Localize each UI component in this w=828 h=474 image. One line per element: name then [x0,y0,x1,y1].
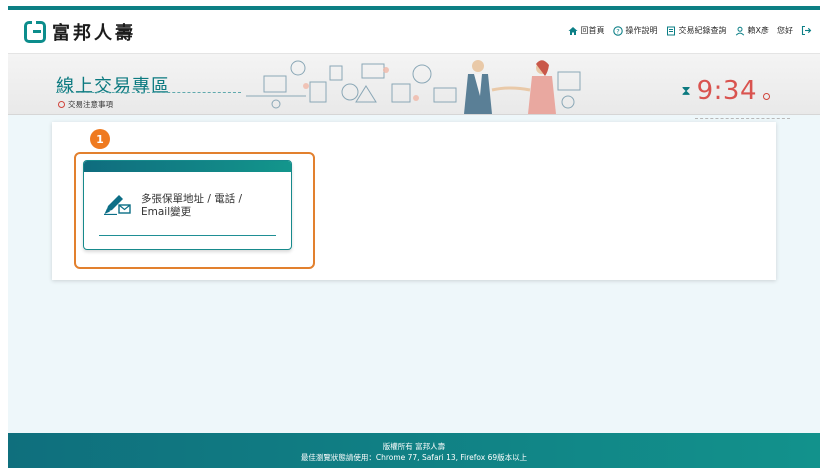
banner-illustration [246,60,581,114]
card-header-bar [84,161,291,172]
timer-info-icon[interactable] [763,92,770,100]
brand-logo[interactable]: 富邦人壽 [24,19,136,45]
step-badge: 1 [90,129,110,149]
nav-help-label: 操作說明 [625,26,658,35]
user-name: 賴X彥 [747,26,769,35]
card-body: 多張保單地址 / 電話 / Email變更 [103,193,266,219]
address-phone-email-change-card[interactable]: 多張保單地址 / 電話 / Email變更 [83,160,292,250]
logout-icon [801,25,812,36]
timer-divider [695,118,790,119]
nav-help[interactable]: ? 操作說明 [612,25,658,36]
nav-records[interactable]: 交易紀錄查詢 [666,25,727,36]
session-timer: ⧗ 9:34 [681,76,770,106]
browser-note: 最佳瀏覽狀態請使用：Chrome 77, Safari 13, Firefox … [300,453,528,462]
nav-home-label: 回首頁 [580,26,605,35]
notice-label: 交易注意事項 [68,100,113,109]
logout-button[interactable] [801,25,812,36]
transaction-panel: 1 多張保單地址 / 電話 / Email變更 [52,122,776,280]
fubon-logo-icon [24,21,46,43]
nav-records-label: 交易紀錄查詢 [678,26,727,35]
record-icon [666,26,676,36]
svg-text:?: ? [616,27,619,35]
card-label: 多張保單地址 / 電話 / Email變更 [141,193,243,218]
brand-name: 富邦人壽 [52,23,136,44]
nav-user[interactable]: 賴X彥 [735,25,769,36]
card-divider [99,235,276,236]
home-icon [568,26,578,36]
user-icon [735,26,745,36]
notice-icon [58,101,65,108]
hourglass-icon: ⧗ [681,83,691,99]
notice-link[interactable]: 交易注意事項 [58,99,113,110]
top-bar: 富邦人壽 回首頁 ? 操作說明 交易紀錄查詢 賴X彥 您好 [8,10,820,54]
greeting: 您好 [777,26,793,35]
app-frame: 富邦人壽 回首頁 ? 操作說明 交易紀錄查詢 賴X彥 您好 線上交易專區 交易注… [8,6,820,468]
timer-value: 9:34 [696,76,757,106]
page-banner: 線上交易專區 交易注意事項 ⧗ 9:34 [8,54,820,119]
copyright-text: 版權所有 富邦人壽 [382,442,446,451]
help-icon: ? [612,25,623,36]
top-nav: 回首頁 ? 操作說明 交易紀錄查詢 賴X彥 您好 [568,25,812,36]
page-title: 線上交易專區 [56,76,170,97]
edit-mail-icon [103,193,131,219]
title-divider [56,92,241,93]
nav-home[interactable]: 回首頁 [568,25,605,36]
page-footer: 版權所有 富邦人壽 最佳瀏覽狀態請使用：Chrome 77, Safari 13… [8,433,820,468]
